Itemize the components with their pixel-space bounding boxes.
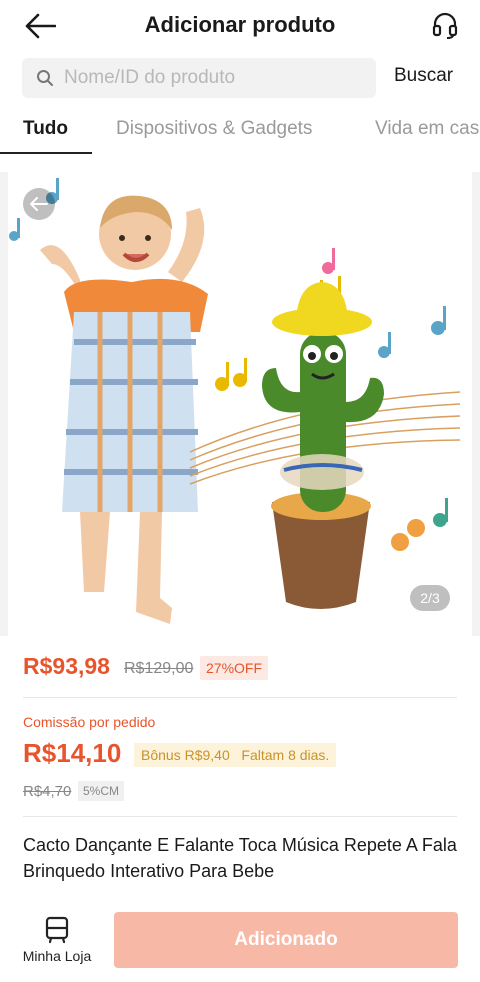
headset-icon <box>432 12 458 39</box>
tab-all[interactable]: Tudo <box>23 118 68 140</box>
original-commission: R$4,70 <box>23 783 72 800</box>
product-title: Cacto Dançante E Falante Toca Música Rep… <box>23 835 457 881</box>
top-bar: Adicionar produto <box>0 0 480 52</box>
bottom-action-bar: Minha Loja Adicionado <box>0 898 480 982</box>
my-store-label: Minha Loja <box>22 948 92 964</box>
added-button[interactable]: Adicionado <box>114 912 458 968</box>
arrow-left-icon <box>30 197 48 211</box>
gallery-prev-button[interactable] <box>23 188 55 220</box>
category-tabs: Tudo Dispositivos & Gadgets Vida em cas <box>0 108 480 154</box>
divider <box>23 816 457 817</box>
original-price: R$129,00 <box>124 660 194 677</box>
search-button[interactable]: Buscar <box>394 65 453 87</box>
support-button[interactable] <box>430 10 460 42</box>
discount-badge: 27%OFF <box>200 656 269 680</box>
tab-devices-gadgets[interactable]: Dispositivos & Gadgets <box>116 118 312 140</box>
search-field[interactable] <box>22 58 376 98</box>
divider <box>23 697 457 698</box>
commission-value: R$14,10 <box>23 738 122 768</box>
store-icon <box>45 916 69 944</box>
search-icon <box>37 70 53 86</box>
product-price: R$93,98 <box>23 653 110 679</box>
bonus-badge: Bônus R$9,40 Faltam 8 dias. <box>134 743 337 767</box>
my-store-button[interactable]: Minha Loja <box>14 916 100 964</box>
commission-label: Comissão por pedido <box>23 714 156 730</box>
product-image[interactable] <box>0 172 480 636</box>
page-title: Adicionar produto <box>144 12 336 37</box>
product-photo <box>0 172 480 636</box>
tab-home-life[interactable]: Vida em cas <box>375 118 479 140</box>
gallery-counter: 2/3 <box>410 585 450 611</box>
commission-rate-badge: 5%CM <box>78 781 125 801</box>
search-input[interactable] <box>64 67 354 89</box>
active-tab-indicator <box>0 152 92 154</box>
